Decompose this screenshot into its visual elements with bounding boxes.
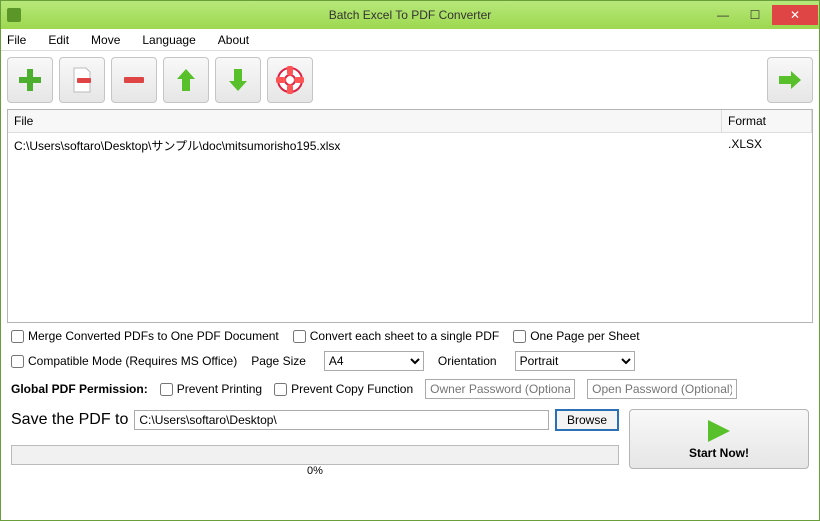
progress-container: 0% — [11, 445, 619, 469]
table-row[interactable]: C:\Users\softaro\Desktop\サンプル\doc\mitsum… — [8, 133, 812, 158]
bottom-area: Save the PDF to Browse 0% Start Now! — [11, 409, 809, 469]
one-page-label: One Page per Sheet — [530, 329, 639, 343]
convert-sheet-checkbox[interactable]: Convert each sheet to a single PDF — [293, 329, 499, 343]
move-up-button[interactable] — [163, 57, 209, 103]
compatible-checkbox[interactable]: Compatible Mode (Requires MS Office) — [11, 354, 237, 368]
window-controls: — ☐ ✕ — [707, 1, 819, 29]
help-button[interactable] — [267, 57, 313, 103]
page-size-select[interactable]: A4 — [324, 351, 424, 371]
orientation-select[interactable]: Portrait — [515, 351, 635, 371]
minimize-button[interactable]: — — [708, 5, 738, 25]
permission-label: Global PDF Permission: — [11, 382, 148, 396]
titlebar: Batch Excel To PDF Converter — ☐ ✕ — [1, 1, 819, 29]
options-panel: Merge Converted PDFs to One PDF Document… — [1, 323, 819, 409]
toolbar — [1, 51, 819, 109]
next-button[interactable] — [767, 57, 813, 103]
column-format[interactable]: Format — [722, 110, 812, 132]
menubar: File Edit Move Language About — [1, 29, 819, 51]
save-path-input[interactable] — [134, 410, 549, 430]
menu-move[interactable]: Move — [91, 33, 120, 47]
column-file[interactable]: File — [8, 110, 722, 132]
merge-checkbox[interactable]: Merge Converted PDFs to One PDF Document — [11, 329, 279, 343]
progress-bar — [11, 445, 619, 465]
app-icon — [7, 8, 21, 22]
arrow-down-icon — [224, 66, 252, 94]
file-list-header: File Format — [8, 110, 812, 133]
menu-language[interactable]: Language — [142, 33, 195, 47]
compatible-label: Compatible Mode (Requires MS Office) — [28, 354, 237, 368]
cell-format: .XLSX — [722, 133, 812, 158]
cell-file: C:\Users\softaro\Desktop\サンプル\doc\mitsum… — [8, 133, 722, 158]
add-file-button[interactable] — [7, 57, 53, 103]
start-label: Start Now! — [689, 446, 749, 460]
merge-label: Merge Converted PDFs to One PDF Document — [28, 329, 279, 343]
app-window: Batch Excel To PDF Converter — ☐ ✕ File … — [0, 0, 820, 521]
menu-file[interactable]: File — [7, 33, 26, 47]
start-button[interactable]: Start Now! — [629, 409, 809, 469]
save-label: Save the PDF to — [11, 411, 128, 429]
page-minus-icon — [68, 66, 96, 94]
menu-about[interactable]: About — [218, 33, 249, 47]
arrow-up-icon — [172, 66, 200, 94]
prevent-print-checkbox[interactable]: Prevent Printing — [160, 382, 262, 396]
move-down-button[interactable] — [215, 57, 261, 103]
menu-edit[interactable]: Edit — [48, 33, 69, 47]
prevent-copy-label: Prevent Copy Function — [291, 382, 413, 396]
prevent-copy-checkbox[interactable]: Prevent Copy Function — [274, 382, 413, 396]
orientation-label: Orientation — [438, 354, 497, 368]
convert-sheet-label: Convert each sheet to a single PDF — [310, 329, 499, 343]
play-icon — [704, 418, 734, 444]
arrow-right-icon — [776, 66, 804, 94]
remove-file-button[interactable] — [59, 57, 105, 103]
maximize-button[interactable]: ☐ — [740, 5, 770, 25]
prevent-print-label: Prevent Printing — [177, 382, 262, 396]
minus-icon — [120, 66, 148, 94]
page-size-label: Page Size — [251, 354, 306, 368]
progress-text: 0% — [307, 465, 323, 477]
window-title: Batch Excel To PDF Converter — [329, 8, 492, 22]
one-page-checkbox[interactable]: One Page per Sheet — [513, 329, 639, 343]
plus-icon — [16, 66, 44, 94]
remove-all-button[interactable] — [111, 57, 157, 103]
owner-password-input[interactable] — [425, 379, 575, 399]
close-button[interactable]: ✕ — [772, 5, 818, 25]
file-list[interactable]: File Format C:\Users\softaro\Desktop\サンプ… — [7, 109, 813, 323]
lifebuoy-icon — [276, 66, 304, 94]
open-password-input[interactable] — [587, 379, 737, 399]
browse-button[interactable]: Browse — [555, 409, 619, 431]
